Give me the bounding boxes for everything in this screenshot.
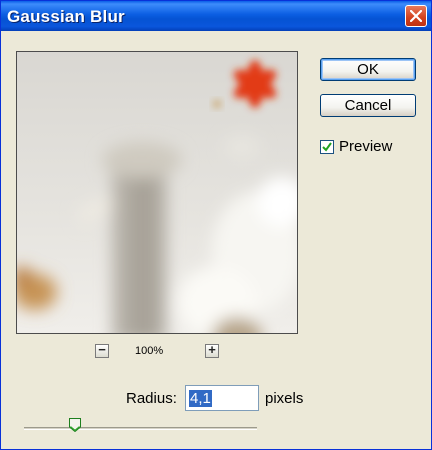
close-button[interactable]: [405, 5, 427, 27]
radius-slider-thumb[interactable]: [69, 418, 82, 432]
ok-button[interactable]: OK: [320, 58, 416, 81]
minus-icon: −: [98, 342, 106, 357]
gaussian-blur-dialog: Gaussian Blur − 100% + OK Cancel Preview…: [0, 0, 432, 450]
blur-preview-image[interactable]: [16, 51, 298, 334]
title-bar[interactable]: Gaussian Blur: [1, 1, 431, 31]
radius-unit-label: pixels: [265, 390, 304, 407]
zoom-out-button[interactable]: −: [95, 342, 109, 358]
preview-checkbox-label[interactable]: Preview: [339, 138, 392, 155]
zoom-in-button[interactable]: +: [205, 342, 219, 358]
preview-checkbox[interactable]: [320, 140, 334, 154]
radius-value: 4,1: [189, 390, 212, 407]
radius-label: Radius:: [126, 390, 177, 407]
zoom-level: 100%: [135, 345, 164, 357]
close-icon: [410, 10, 422, 22]
plus-icon: +: [208, 342, 216, 357]
cancel-button[interactable]: Cancel: [320, 94, 416, 117]
dialog-title: Gaussian Blur: [7, 7, 125, 26]
radius-slider-track[interactable]: [24, 427, 257, 430]
radius-input[interactable]: 4,1: [185, 385, 259, 411]
checkmark-icon: [322, 142, 332, 152]
